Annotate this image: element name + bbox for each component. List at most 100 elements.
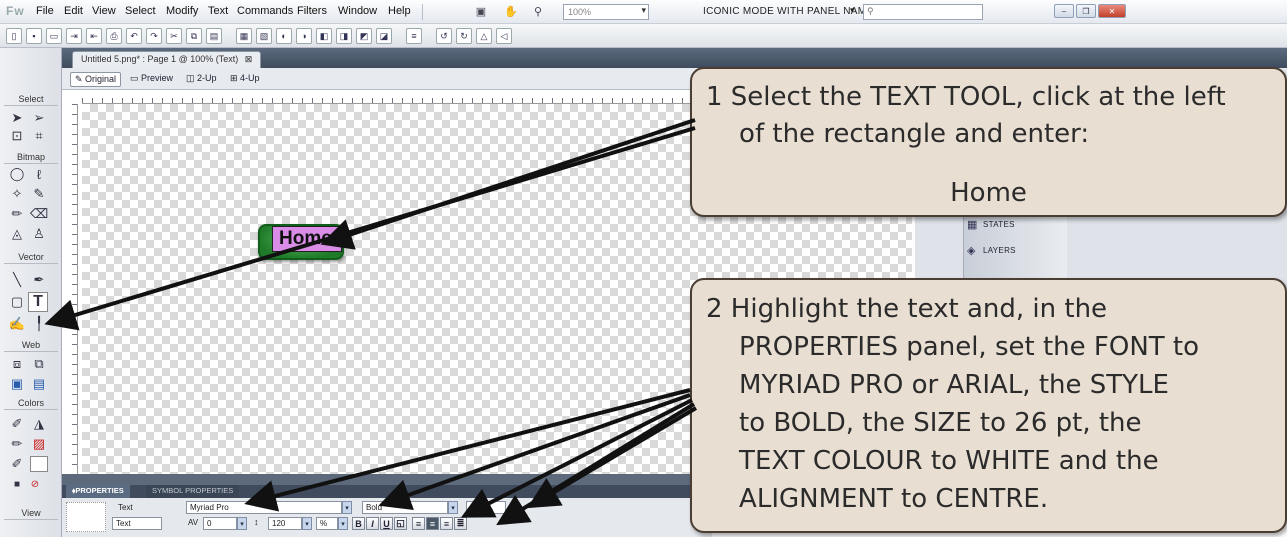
tab-4up[interactable]: ⊞ 4-Up bbox=[226, 72, 264, 85]
no-color-icon[interactable]: ⊘ bbox=[26, 476, 44, 492]
magic-wand-icon[interactable]: ✧ bbox=[8, 186, 26, 202]
rotate-left-icon[interactable]: ↺ bbox=[436, 28, 452, 44]
menu-filters[interactable]: Filters bbox=[297, 5, 327, 17]
import-icon[interactable]: ⇥ bbox=[66, 28, 82, 44]
align-left-icon[interactable]: ≡ bbox=[412, 517, 425, 530]
rectangle-tool-icon[interactable]: ▢ bbox=[8, 294, 26, 310]
cut-icon[interactable]: ✂ bbox=[166, 28, 182, 44]
blur-tool-icon[interactable]: ◬ bbox=[8, 226, 26, 242]
join-icon[interactable]: ◐ bbox=[276, 28, 292, 44]
tab-2up[interactable]: ◫ 2-Up bbox=[182, 72, 221, 85]
align-center-icon[interactable]: ≡ bbox=[426, 517, 439, 530]
marquee-tool-icon[interactable]: ◯ bbox=[8, 166, 26, 182]
document-tab[interactable]: Untitled 5.png* : Page 1 @ 100% (Text) ⊠ bbox=[72, 51, 262, 68]
knife-tool-icon[interactable]: ╿ bbox=[30, 316, 48, 332]
split-icon[interactable]: ◑ bbox=[296, 28, 312, 44]
send-backward-icon[interactable]: ◩ bbox=[356, 28, 372, 44]
pointer-tool-icon[interactable]: ➤ bbox=[8, 110, 26, 126]
states-icon[interactable]: ▦ bbox=[967, 218, 978, 231]
canvas-button-text[interactable]: Home bbox=[272, 226, 342, 252]
leading-unit-select[interactable]: % bbox=[316, 517, 338, 530]
stroke-color-icon[interactable]: ✏ bbox=[8, 436, 26, 452]
panel-states[interactable]: STATES bbox=[983, 220, 1015, 229]
chevron-down-icon[interactable]: ▾ bbox=[237, 517, 247, 530]
chevron-down-icon[interactable]: ▾ bbox=[850, 5, 855, 16]
show-slices-icon[interactable]: ▤ bbox=[30, 376, 48, 392]
menu-edit[interactable]: Edit bbox=[64, 5, 83, 17]
fill-color-icon[interactable]: ▨ bbox=[30, 436, 48, 452]
eyedropper-tool-icon[interactable]: ✐ bbox=[8, 416, 26, 432]
screen-mode-icon[interactable]: ▣ bbox=[473, 3, 489, 19]
restore-button[interactable]: ❐ bbox=[1076, 4, 1096, 18]
flip-icon[interactable]: △ bbox=[476, 28, 492, 44]
align-right-icon[interactable]: ≡ bbox=[440, 517, 453, 530]
line-tool-icon[interactable]: ╲ bbox=[8, 272, 26, 288]
instance-name-field[interactable]: Text bbox=[112, 517, 162, 530]
new-file-icon[interactable]: ▯ bbox=[6, 28, 22, 44]
hand-tool-icon[interactable]: ✋ bbox=[503, 3, 519, 19]
slice-tool-icon[interactable]: ⧉ bbox=[30, 356, 48, 372]
subselect-tool-icon[interactable]: ➢ bbox=[30, 110, 48, 126]
minimize-button[interactable]: – bbox=[1054, 4, 1074, 18]
hide-slices-icon[interactable]: ▣ bbox=[8, 376, 26, 392]
lasso-tool-icon[interactable]: ℓ bbox=[30, 166, 48, 182]
menu-text[interactable]: Text bbox=[208, 5, 228, 17]
menu-help[interactable]: Help bbox=[388, 5, 411, 17]
zoom-select[interactable]: 100% ▾ bbox=[563, 4, 649, 20]
ungroup-icon[interactable]: ▧ bbox=[256, 28, 272, 44]
send-back-icon[interactable]: ◪ bbox=[376, 28, 392, 44]
menu-commands[interactable]: Commands bbox=[237, 5, 293, 17]
tab-symbol-properties[interactable]: SYMBOL PROPERTIES bbox=[146, 485, 240, 498]
scale-tool-icon[interactable]: ⊡ bbox=[8, 128, 26, 144]
fill-swatch-icon[interactable] bbox=[30, 456, 48, 472]
font-family-select[interactable]: Myriad Pro bbox=[186, 501, 342, 514]
help-search-input[interactable]: ⚲ bbox=[863, 4, 983, 20]
tab-preview[interactable]: ▭ Preview bbox=[126, 72, 177, 85]
close-icon[interactable]: ⊠ bbox=[245, 54, 253, 64]
flip-vertical-icon[interactable]: ◁ bbox=[496, 28, 512, 44]
bold-button[interactable]: B bbox=[352, 517, 365, 530]
kerning-field[interactable]: 0 bbox=[203, 517, 237, 530]
chevron-down-icon[interactable]: ▾ bbox=[448, 501, 458, 514]
group-icon[interactable]: ▦ bbox=[236, 28, 252, 44]
pen-tool-icon[interactable]: ✒ bbox=[30, 272, 48, 288]
tab-properties[interactable]: ⬧PROPERTIES bbox=[66, 485, 130, 498]
layers-icon[interactable]: ◈ bbox=[967, 244, 976, 257]
menu-window[interactable]: Window bbox=[338, 5, 377, 17]
menu-file[interactable]: File bbox=[36, 5, 54, 17]
stamp-tool-icon[interactable]: ♙ bbox=[30, 226, 48, 242]
panel-layers[interactable]: LAYERS bbox=[983, 246, 1016, 255]
underline-button[interactable]: U bbox=[380, 517, 393, 530]
chevron-down-icon[interactable]: ▾ bbox=[338, 517, 348, 530]
close-button[interactable]: ✕ bbox=[1098, 4, 1126, 18]
rotate-right-icon[interactable]: ↻ bbox=[456, 28, 472, 44]
eraser-tool-icon[interactable]: ⌫ bbox=[30, 206, 48, 222]
menu-modify[interactable]: Modify bbox=[166, 5, 198, 17]
hotspot-tool-icon[interactable]: ⧈ bbox=[8, 356, 26, 372]
undo-icon[interactable]: ↶ bbox=[126, 28, 142, 44]
crop-tool-icon[interactable]: ⌗ bbox=[30, 128, 48, 144]
paint-bucket-icon[interactable]: ◮ bbox=[30, 416, 48, 432]
default-colors-icon[interactable]: ■ bbox=[8, 476, 26, 492]
tab-original[interactable]: ✎ Original bbox=[70, 72, 122, 87]
text-color-swatch-icon[interactable]: ◱ bbox=[394, 517, 407, 530]
align-icon[interactable]: ≡ bbox=[406, 28, 422, 44]
font-style-select[interactable]: Bold bbox=[362, 501, 448, 514]
menu-select[interactable]: Select bbox=[125, 5, 156, 17]
export-icon[interactable]: ⇤ bbox=[86, 28, 102, 44]
chevron-down-icon[interactable]: ▾ bbox=[302, 517, 312, 530]
leading-field[interactable]: 120 bbox=[268, 517, 302, 530]
paste-icon[interactable]: ▤ bbox=[206, 28, 222, 44]
pencil-tool-icon[interactable]: ✏ bbox=[8, 206, 26, 222]
font-size-field[interactable]: 26 bbox=[466, 501, 506, 514]
bring-front-icon[interactable]: ◧ bbox=[316, 28, 332, 44]
italic-button[interactable]: I bbox=[366, 517, 379, 530]
copy-icon[interactable]: ⧉ bbox=[186, 28, 202, 44]
freeform-tool-icon[interactable]: ✍ bbox=[8, 316, 26, 332]
open-icon[interactable]: ▭ bbox=[46, 28, 62, 44]
print-icon[interactable]: ⎙ bbox=[106, 28, 122, 44]
redo-icon[interactable]: ↷ bbox=[146, 28, 162, 44]
menu-view[interactable]: View bbox=[92, 5, 116, 17]
bring-forward-icon[interactable]: ◨ bbox=[336, 28, 352, 44]
save-icon[interactable]: ▪ bbox=[26, 28, 42, 44]
